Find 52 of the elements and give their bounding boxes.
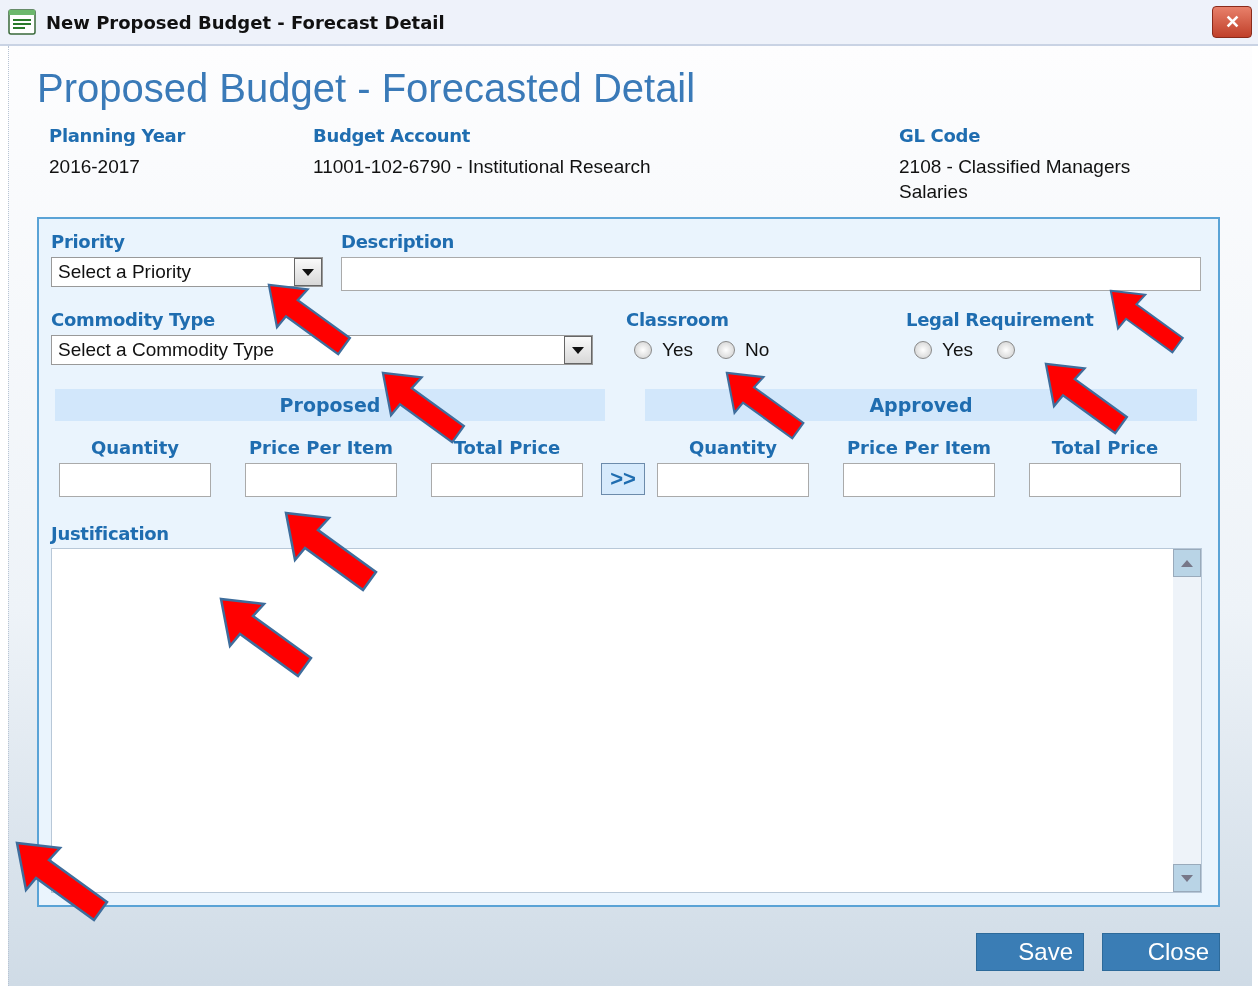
scrollbar[interactable]	[1173, 549, 1201, 892]
column-label: Quantity	[89, 437, 181, 458]
column-label: Price Per Item	[247, 437, 395, 458]
input-field[interactable]	[245, 463, 397, 497]
column-label: Price Per Item	[845, 437, 993, 458]
radio-button[interactable]	[717, 341, 735, 359]
page-heading: Proposed Budget - Forecasted Detail	[37, 66, 697, 111]
radio-button[interactable]	[997, 341, 1015, 359]
scroll-down-button[interactable]	[1173, 864, 1201, 892]
input-field[interactable]	[1029, 463, 1181, 497]
info-value: 11001-102-6790 - Institutional Research	[313, 155, 652, 179]
info-label: Budget Account	[313, 125, 472, 146]
scroll-up-button[interactable]	[1173, 549, 1201, 577]
dropdown-button[interactable]	[294, 258, 322, 286]
form-icon	[8, 9, 36, 35]
input-field[interactable]	[657, 463, 809, 497]
description-field[interactable]	[341, 257, 1201, 291]
field-label: Priority	[51, 231, 126, 252]
copy-button[interactable]: >>	[601, 463, 645, 495]
radio-label: No	[745, 339, 770, 361]
priority-dropdown[interactable]: Select a Priority	[51, 257, 323, 287]
radio-label: Yes	[942, 339, 973, 361]
info-label: Planning Year	[49, 125, 187, 146]
radio-label: Yes	[662, 339, 693, 361]
info-value: 2016-2017	[49, 155, 141, 179]
info-label: GL Code	[899, 125, 982, 146]
field-label: Description	[341, 231, 456, 252]
close-button[interactable]: Close	[1102, 933, 1220, 971]
radio-button[interactable]	[634, 341, 652, 359]
justification-field[interactable]	[51, 548, 1202, 893]
column-label: Total Price	[452, 437, 562, 458]
input-field[interactable]	[59, 463, 211, 497]
radio-button[interactable]	[914, 341, 932, 359]
input-field[interactable]	[843, 463, 995, 497]
field-label: Commodity Type	[51, 309, 216, 330]
input-field[interactable]	[431, 463, 583, 497]
save-button[interactable]: Save	[976, 933, 1084, 971]
scroll-down-icon	[1181, 874, 1193, 882]
field-label: Classroom	[626, 309, 730, 330]
field-label: Legal Requirement	[906, 309, 1095, 330]
close-button[interactable]: ✕	[1212, 6, 1252, 38]
dropdown-caret-icon	[302, 268, 314, 276]
section-header: Proposed	[55, 389, 605, 421]
info-value: 2108 - Classified Managers Salaries	[899, 155, 1132, 204]
window-title: New Proposed Budget - Forecast Detail	[46, 11, 446, 33]
column-label: Total Price	[1050, 437, 1160, 458]
scroll-up-icon	[1181, 559, 1193, 567]
dropdown-button[interactable]	[564, 336, 592, 364]
commodity-type-dropdown[interactable]: Select a Commodity Type	[51, 335, 593, 365]
dropdown-caret-icon	[572, 346, 584, 354]
column-label: Quantity	[687, 437, 779, 458]
field-label: Justification	[51, 523, 170, 544]
